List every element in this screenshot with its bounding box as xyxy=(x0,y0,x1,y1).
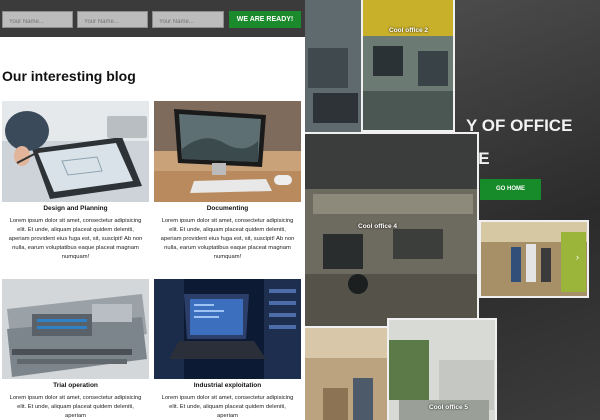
card-text: Lorem ipsum dolor sit amet, consectetur … xyxy=(9,395,142,419)
contact-form-bar: WE ARE READY! xyxy=(0,0,305,37)
gallery-caption: Cool office 5 xyxy=(429,404,469,411)
gallery-photo-cool-office-5[interactable]: Cool office 5 xyxy=(387,318,497,420)
go-home-button[interactable]: GO HOME xyxy=(480,179,541,200)
gallery-photo-5[interactable] xyxy=(305,326,391,420)
gallery-caption: Cool office 2 xyxy=(389,27,429,34)
gallery-photo-4[interactable]: › xyxy=(479,220,589,298)
card-title: Design and Planning xyxy=(43,205,108,212)
card-text: Lorem ipsum dolor sit amet, consectetur … xyxy=(160,218,295,260)
gallery-caption: Cool office 4 xyxy=(358,223,398,230)
name-input-2[interactable] xyxy=(77,11,148,28)
gallery-photo-cool-office-4[interactable]: Cool office 4 xyxy=(305,132,479,330)
blog-heading: Our interesting blog xyxy=(2,68,136,84)
blog-card-design[interactable]: Design and Planning Lorem ipsum dolor si… xyxy=(2,101,149,262)
card-text: Lorem ipsum dolor sit amet, consectetur … xyxy=(161,395,294,419)
server-room-laptop-image xyxy=(154,279,301,379)
blog-card-industrial[interactable]: Industrial exploitation Lorem ipsum dolo… xyxy=(154,279,301,420)
blog-page: WE ARE READY! Our interesting blog Desig… xyxy=(0,0,305,420)
tablet-sketch-image xyxy=(2,101,149,202)
name-input-1[interactable] xyxy=(2,11,73,28)
blog-card-trial[interactable]: Trial operation Lorem ipsum dolor sit am… xyxy=(2,279,149,420)
server-hardware-image xyxy=(2,279,149,379)
office-hero-section: Y OF OFFICE CE GO HOME Cool office 2 Coo… xyxy=(305,0,600,420)
chevron-right-icon[interactable]: › xyxy=(576,252,579,262)
card-text: Lorem ipsum dolor sit amet, consectetur … xyxy=(8,218,143,260)
gallery-photo-1[interactable] xyxy=(305,0,363,138)
name-input-3[interactable] xyxy=(152,11,224,28)
card-title: Trial operation xyxy=(53,382,98,389)
card-title: Documenting xyxy=(206,205,249,212)
gallery-photo-cool-office-2[interactable]: Cool office 2 xyxy=(361,0,455,132)
card-title: Industrial exploitation xyxy=(193,382,262,389)
desktop-monitor-image xyxy=(154,101,301,202)
blog-card-documenting[interactable]: Documenting Lorem ipsum dolor sit amet, … xyxy=(154,101,301,262)
we-are-ready-button[interactable]: WE ARE READY! xyxy=(229,11,301,28)
hero-title: Y OF OFFICE xyxy=(466,116,573,135)
